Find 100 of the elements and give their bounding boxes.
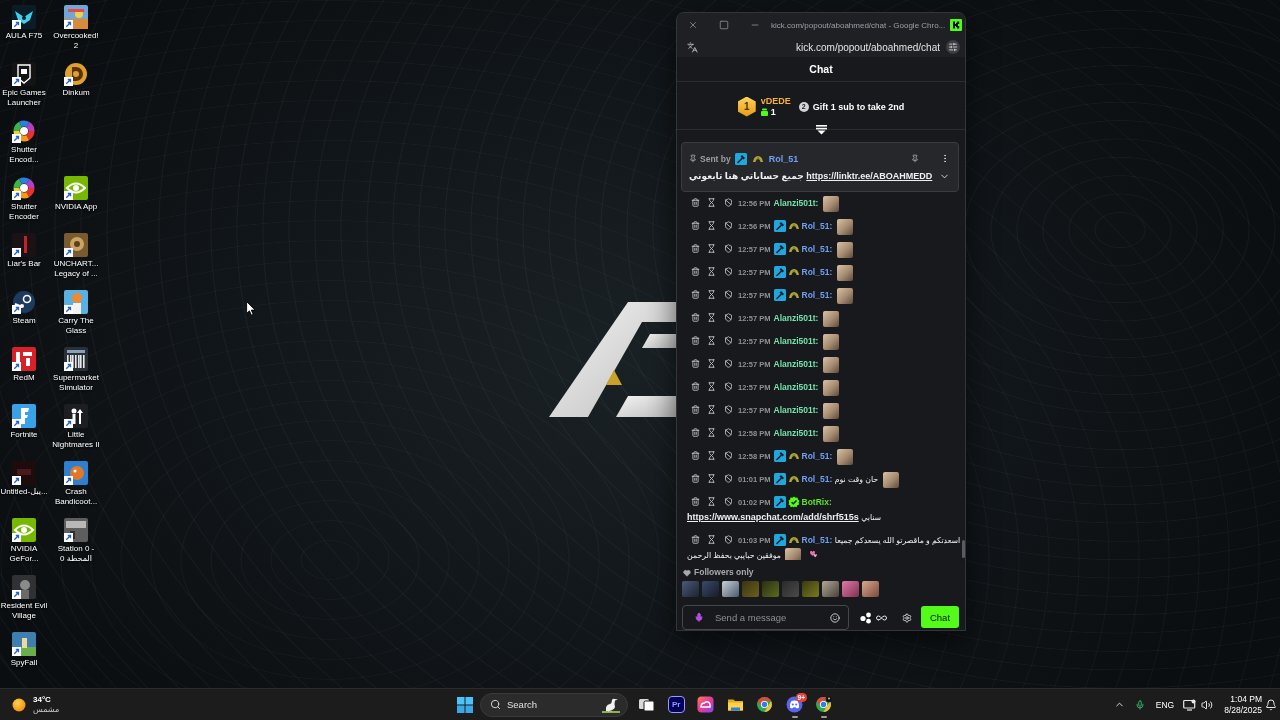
- url-text[interactable]: kick.com/popout/aboahmed/chat: [704, 41, 940, 53]
- shield-icon[interactable]: [724, 336, 733, 345]
- hourglass-icon[interactable]: [707, 535, 716, 544]
- hourglass-icon[interactable]: [707, 267, 716, 276]
- shield-icon[interactable]: [724, 405, 733, 414]
- username[interactable]: Alanzi501t:: [773, 428, 819, 438]
- desktop-shortcut[interactable]: Steam: [0, 289, 50, 327]
- desktop-shortcut[interactable]: Liar's Bar: [0, 232, 50, 270]
- username[interactable]: Rol_51:: [801, 535, 833, 545]
- username[interactable]: Rol_51:: [801, 451, 833, 461]
- username[interactable]: Alanzi501t:: [773, 382, 819, 392]
- username[interactable]: Alanzi501t:: [773, 405, 819, 415]
- trash-icon[interactable]: [691, 313, 700, 322]
- message-link[interactable]: https://www.snapchat.com/add/shrf515s: [687, 512, 859, 522]
- desktop-shortcut[interactable]: Supermarket Simulator: [50, 346, 102, 393]
- desktop-shortcut[interactable]: NVIDIA GeFor...: [0, 517, 50, 564]
- username[interactable]: Rol_51:: [801, 221, 833, 231]
- pin-icon[interactable]: [911, 154, 919, 163]
- scrollbar-thumb[interactable]: [962, 540, 965, 558]
- desktop-shortcut[interactable]: Fortnite: [0, 403, 50, 441]
- username[interactable]: Rol_51:: [801, 474, 833, 484]
- desktop-shortcut[interactable]: Dinkum: [50, 61, 102, 99]
- emote-placeholder[interactable]: [862, 580, 879, 597]
- close-icon[interactable]: [687, 20, 698, 30]
- shield-icon[interactable]: [724, 428, 733, 437]
- shield-icon[interactable]: [724, 474, 733, 483]
- language-button[interactable]: ENG: [1150, 692, 1180, 717]
- chat-send-button[interactable]: Chat: [921, 606, 959, 628]
- network-icon[interactable]: [1182, 698, 1196, 711]
- username[interactable]: Rol_51:: [801, 244, 833, 254]
- search-box[interactable]: Search: [480, 692, 628, 717]
- desktop-shortcut[interactable]: Epic Games Launcher: [0, 61, 50, 108]
- points-icon[interactable]: [860, 611, 873, 624]
- shield-icon[interactable]: [724, 221, 733, 230]
- desktop-shortcut[interactable]: Shutter Encoder: [0, 175, 50, 222]
- shield-icon[interactable]: [724, 198, 733, 207]
- username[interactable]: Rol_51:: [801, 267, 833, 277]
- desktop-shortcut[interactable]: NVIDIA App: [50, 175, 102, 213]
- emote-placeholder[interactable]: [722, 580, 739, 597]
- trash-icon[interactable]: [691, 221, 700, 230]
- clock-button[interactable]: 1:04 PM 8/28/2025: [1216, 690, 1264, 719]
- shield-icon[interactable]: [724, 359, 733, 368]
- trash-icon[interactable]: [691, 382, 700, 391]
- hourglass-icon[interactable]: [707, 313, 716, 322]
- trash-icon[interactable]: [691, 451, 700, 460]
- hourglass-icon[interactable]: [707, 244, 716, 253]
- trash-icon[interactable]: [691, 359, 700, 368]
- hourglass-icon[interactable]: [707, 198, 716, 207]
- collapse-icon[interactable]: [816, 125, 827, 135]
- desktop-shortcut[interactable]: SpyFall: [0, 631, 50, 669]
- username[interactable]: Alanzi501t:: [773, 359, 819, 369]
- trash-icon[interactable]: [691, 198, 700, 207]
- hourglass-icon[interactable]: [707, 405, 716, 414]
- username[interactable]: Alanzi501t:: [773, 313, 819, 323]
- trash-icon[interactable]: [691, 535, 700, 544]
- message-input[interactable]: Send a message: [682, 605, 849, 630]
- desktop-shortcut[interactable]: Shutter Encod...: [0, 118, 50, 165]
- hourglass-icon[interactable]: [707, 474, 716, 483]
- shield-icon[interactable]: [724, 451, 733, 460]
- site-info-icon[interactable]: [687, 41, 698, 53]
- desktop-shortcut[interactable]: UNCHART... Legacy of ...: [50, 232, 102, 279]
- hourglass-icon[interactable]: [707, 451, 716, 460]
- trash-icon[interactable]: [691, 428, 700, 437]
- maximize-icon[interactable]: [718, 20, 729, 30]
- username[interactable]: Alanzi501t:: [773, 336, 819, 346]
- hourglass-icon[interactable]: [707, 336, 716, 345]
- hourglass-icon[interactable]: [707, 497, 716, 506]
- microphone-icon[interactable]: [694, 612, 704, 623]
- trash-icon[interactable]: [691, 336, 700, 345]
- message-link[interactable]: https://linktr.ee/ABOAHMEDD: [806, 170, 933, 181]
- desktop-shortcut[interactable]: Overcooked! 2: [50, 4, 102, 51]
- microphone-icon[interactable]: [1135, 698, 1145, 711]
- hourglass-icon[interactable]: [707, 290, 716, 299]
- desktop-shortcut[interactable]: Little Nightmares II: [50, 403, 102, 450]
- username[interactable]: Rol_51: [768, 153, 799, 164]
- hourglass-icon[interactable]: [707, 382, 716, 391]
- desktop-shortcut[interactable]: AULA F75: [0, 4, 50, 42]
- username[interactable]: Alanzi501t:: [773, 198, 819, 208]
- trash-icon[interactable]: [691, 405, 700, 414]
- shield-icon[interactable]: [724, 382, 733, 391]
- leader-name[interactable]: vDEDE: [760, 96, 791, 106]
- shield-icon[interactable]: [724, 313, 733, 322]
- hourglass-icon[interactable]: [707, 221, 716, 230]
- emote-placeholder[interactable]: [822, 580, 839, 597]
- shield-icon[interactable]: [724, 290, 733, 299]
- shield-icon[interactable]: [724, 497, 733, 506]
- desktop-shortcut[interactable]: Station 0 - المحطة 0: [50, 517, 102, 564]
- emoji-icon[interactable]: [830, 612, 840, 623]
- desktop-shortcut[interactable]: Carry The Glass: [50, 289, 102, 336]
- desktop-shortcut[interactable]: RedM: [0, 346, 50, 384]
- username[interactable]: BotRix:: [801, 497, 832, 507]
- trash-icon[interactable]: [691, 244, 700, 253]
- settings-icon[interactable]: [902, 612, 912, 623]
- notification-bell-icon[interactable]: [1265, 698, 1277, 711]
- desktop-shortcut[interactable]: Crash Bandicoot...: [50, 460, 102, 507]
- taskbar-app-button[interactable]: Pr: [661, 689, 691, 720]
- hourglass-icon[interactable]: [707, 428, 716, 437]
- trash-icon[interactable]: [691, 290, 700, 299]
- emote-placeholder[interactable]: [842, 580, 859, 597]
- shield-icon[interactable]: [724, 244, 733, 253]
